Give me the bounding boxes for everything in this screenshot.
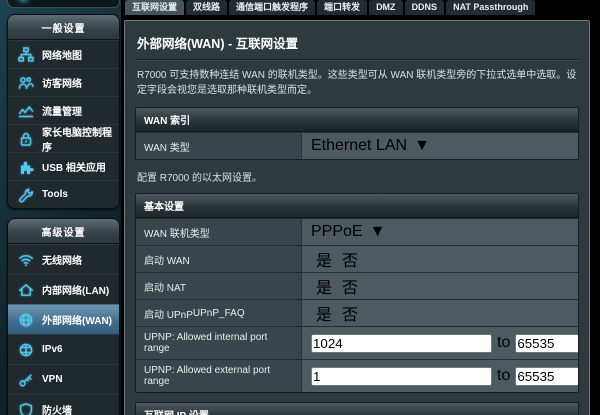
row-wan-type: WAN 类型 Ethernet LAN ▼: [136, 132, 578, 159]
enable-upnp-label: 启动 UPnP: [144, 306, 193, 321]
chevron-down-icon: ▼: [370, 223, 386, 241]
wan-type-dropdown[interactable]: Ethernet LAN ▼: [311, 137, 430, 155]
tab-dmz[interactable]: DMZ: [369, 0, 403, 15]
sidebar-item-wan[interactable]: 外部网络(WAN): [8, 304, 119, 334]
row-enable-wan: 启动 WAN 是 否: [136, 245, 578, 272]
sidebar-item-label: 防火墙: [42, 402, 72, 415]
upnp-faq-link[interactable]: UPnP_FAQ: [193, 308, 245, 319]
yes-label: 是: [316, 247, 332, 271]
advanced-settings-header: 高级设置: [8, 219, 119, 244]
sidebar: 一般设置 网络地图 访客网络 流量管理 家长电脑控制程序 USB 相关应用: [7, 14, 120, 415]
traffic-chart-icon: [17, 103, 35, 119]
external-port-range-label: UPNP: Allowed external port range: [136, 360, 302, 392]
sidebar-item-label: 访客网络: [42, 75, 82, 90]
sidebar-group-advanced: 高级设置 无线网络 内部网络(LAN) 外部网络(WAN) IPv6 VPN: [7, 218, 120, 415]
shield-icon: [17, 402, 35, 415]
sidebar-item-tools[interactable]: Tools: [8, 180, 119, 208]
tab-bar: 互联网设置 双线路 通信端口触发程序 端口转发 DMZ DDNS NAT Pas…: [121, 0, 600, 15]
quick-setup-button-partial[interactable]: [7, 0, 120, 8]
sidebar-item-traffic-manager[interactable]: 流量管理: [8, 96, 119, 124]
section-internet-ip: 互联网 IP 设置 自动取得远程网络地址 是 否: [135, 402, 579, 415]
page-description: R7000 可支持数种连结 WAN 的联机类型。这些类型可从 WAN 联机类型旁…: [137, 68, 577, 98]
internal-port-from-input[interactable]: [311, 334, 492, 353]
settings-panel: 外部网络(WAN) - 互联网设置 R7000 可支持数种连结 WAN 的联机类…: [124, 20, 590, 415]
wan-connection-type-label: WAN 联机类型: [136, 219, 302, 245]
house-icon: [17, 282, 35, 298]
sidebar-item-ipv6[interactable]: IPv6: [8, 334, 119, 364]
no-label: 否: [342, 247, 358, 271]
sidebar-item-wireless[interactable]: 无线网络: [8, 244, 119, 274]
sidebar-item-label: 无线网络: [42, 252, 82, 267]
wan-connection-type-value: PPPoE: [311, 223, 363, 241]
sidebar-item-lan[interactable]: 内部网络(LAN): [8, 274, 119, 304]
tab-nat-passthrough[interactable]: NAT Passthrough: [446, 0, 535, 15]
sidebar-item-label: VPN: [42, 374, 63, 385]
tab-ddns[interactable]: DDNS: [405, 0, 445, 15]
internet-ip-header: 互联网 IP 设置: [136, 403, 578, 415]
general-settings-header: 一般设置: [8, 15, 119, 40]
tab-port-forwarding[interactable]: 端口转发: [317, 0, 367, 15]
internal-port-to-input[interactable]: [515, 334, 579, 353]
sidebar-item-label: 网络地图: [42, 47, 82, 62]
sidebar-item-firewall[interactable]: 防火墙: [8, 394, 119, 415]
sidebar-item-label: 流量管理: [42, 103, 82, 118]
tab-port-trigger[interactable]: 通信端口触发程序: [229, 0, 315, 15]
external-port-to-input[interactable]: [515, 367, 579, 386]
wan-index-header: WAN 索引: [136, 108, 578, 132]
router-admin-page: 一般设置 网络地图 访客网络 流量管理 家长电脑控制程序 USB 相关应用: [0, 0, 600, 415]
sidebar-item-network-map[interactable]: 网络地图: [8, 40, 119, 68]
tab-internet-settings[interactable]: 互联网设置: [125, 0, 184, 15]
ethernet-note: 配置 R7000 的以太网设置。: [137, 169, 577, 184]
wan-type-label: WAN 类型: [136, 133, 302, 159]
chevron-down-icon: ▼: [414, 137, 430, 155]
wan-connection-type-dropdown[interactable]: PPPoE ▼: [311, 223, 385, 241]
yes-label: 是: [316, 301, 332, 325]
sidebar-item-usb-apps[interactable]: USB 相关应用: [8, 152, 119, 180]
row-enable-nat: 启动 NAT 是 否: [136, 272, 578, 299]
globe-icon: [17, 312, 35, 328]
gridded-globe-icon: [17, 342, 35, 358]
basic-header: 基本设置: [136, 194, 578, 218]
internal-port-range-label: UPNP: Allowed internal port range: [136, 327, 302, 359]
section-basic: 基本设置 WAN 联机类型 PPPoE ▼ 启动 WAN 是: [135, 193, 579, 393]
row-external-port-range: UPNP: Allowed external port range to: [136, 359, 578, 392]
no-label: 否: [342, 301, 358, 325]
key-icon: [17, 372, 35, 388]
sidebar-group-general: 一般设置 网络地图 访客网络 流量管理 家长电脑控制程序 USB 相关应用: [7, 14, 120, 209]
external-port-from-input[interactable]: [311, 367, 492, 386]
sidebar-item-label: 外部网络(WAN): [42, 312, 112, 327]
sidebar-item-guest-network[interactable]: 访客网络: [8, 68, 119, 96]
sidebar-item-label: IPv6: [42, 344, 63, 355]
sidebar-item-label: 家长电脑控制程序: [42, 124, 119, 154]
to-label: to: [497, 334, 510, 352]
padlock-icon: [17, 131, 35, 147]
row-internal-port-range: UPNP: Allowed internal port range to: [136, 326, 578, 359]
no-label: 否: [342, 274, 358, 298]
puzzle-piece-icon: [17, 159, 35, 175]
wifi-icon: [17, 252, 35, 268]
wan-type-value: Ethernet LAN: [311, 137, 407, 155]
sidebar-item-vpn[interactable]: VPN: [8, 364, 119, 394]
enable-nat-label: 启动 NAT: [136, 273, 302, 299]
yes-label: 是: [316, 274, 332, 298]
wrench-icon: [17, 187, 35, 203]
main-content: 互联网设置 双线路 通信端口触发程序 端口转发 DMZ DDNS NAT Pas…: [121, 0, 600, 415]
page-title: 外部网络(WAN) - 互联网设置: [135, 29, 579, 60]
section-wan-index: WAN 索引 WAN 类型 Ethernet LAN ▼: [135, 107, 579, 160]
to-label: to: [497, 367, 510, 385]
guest-network-icon: [17, 75, 35, 91]
row-enable-upnp: 启动 UPnP UPnP_FAQ 是 否: [136, 299, 578, 326]
sidebar-item-parental-controls[interactable]: 家长电脑控制程序: [8, 124, 119, 152]
enable-wan-label: 启动 WAN: [136, 246, 302, 272]
sidebar-item-label: Tools: [42, 189, 68, 200]
sidebar-item-label: USB 相关应用: [42, 159, 106, 174]
tab-dual-wan[interactable]: 双线路: [186, 0, 227, 15]
network-map-icon: [17, 47, 35, 63]
sidebar-item-label: 内部网络(LAN): [42, 282, 109, 297]
row-wan-connection-type: WAN 联机类型 PPPoE ▼: [136, 218, 578, 245]
